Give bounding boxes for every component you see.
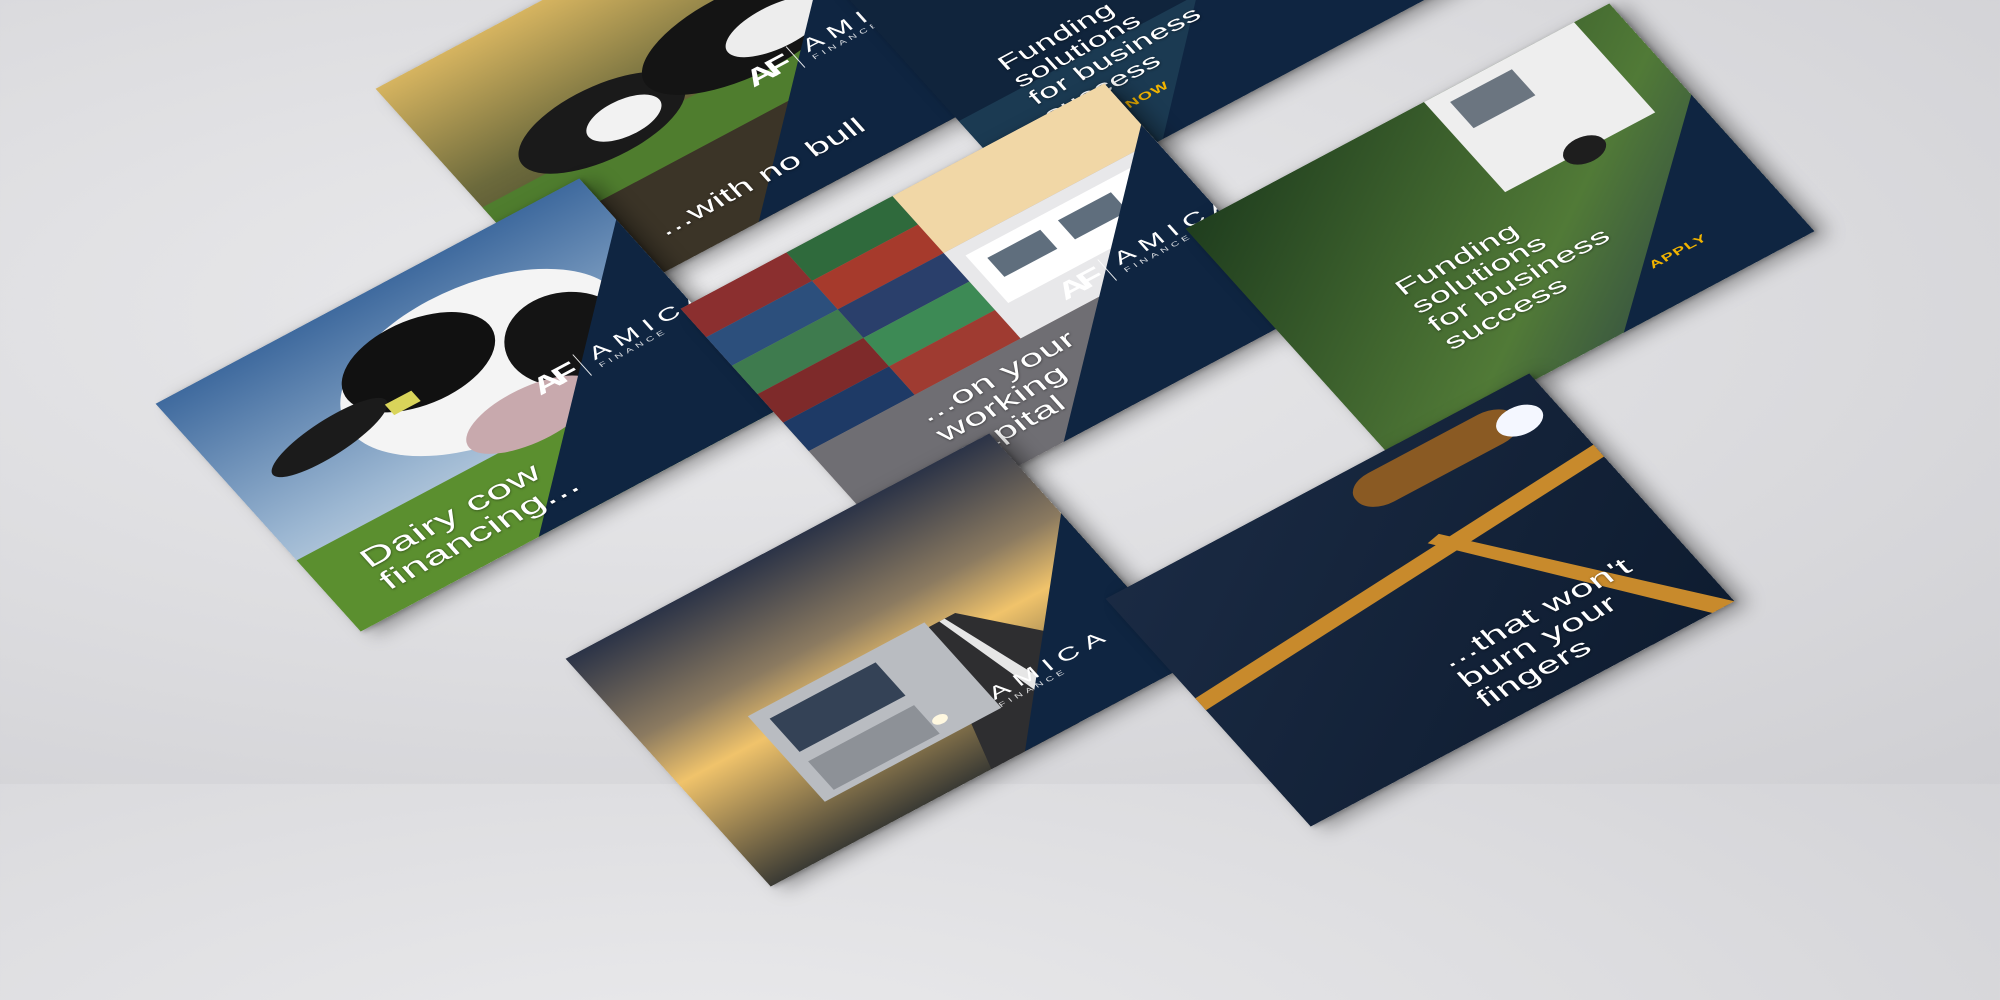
ad-card-truck-sunset: AMICA FINANCE <box>565 433 1195 887</box>
logo-divider <box>1097 258 1118 281</box>
logo-divider <box>785 46 806 68</box>
ad-card-steel-weld: ...that won't burn your fingers <box>1105 373 1735 827</box>
logo-divider <box>572 353 593 376</box>
